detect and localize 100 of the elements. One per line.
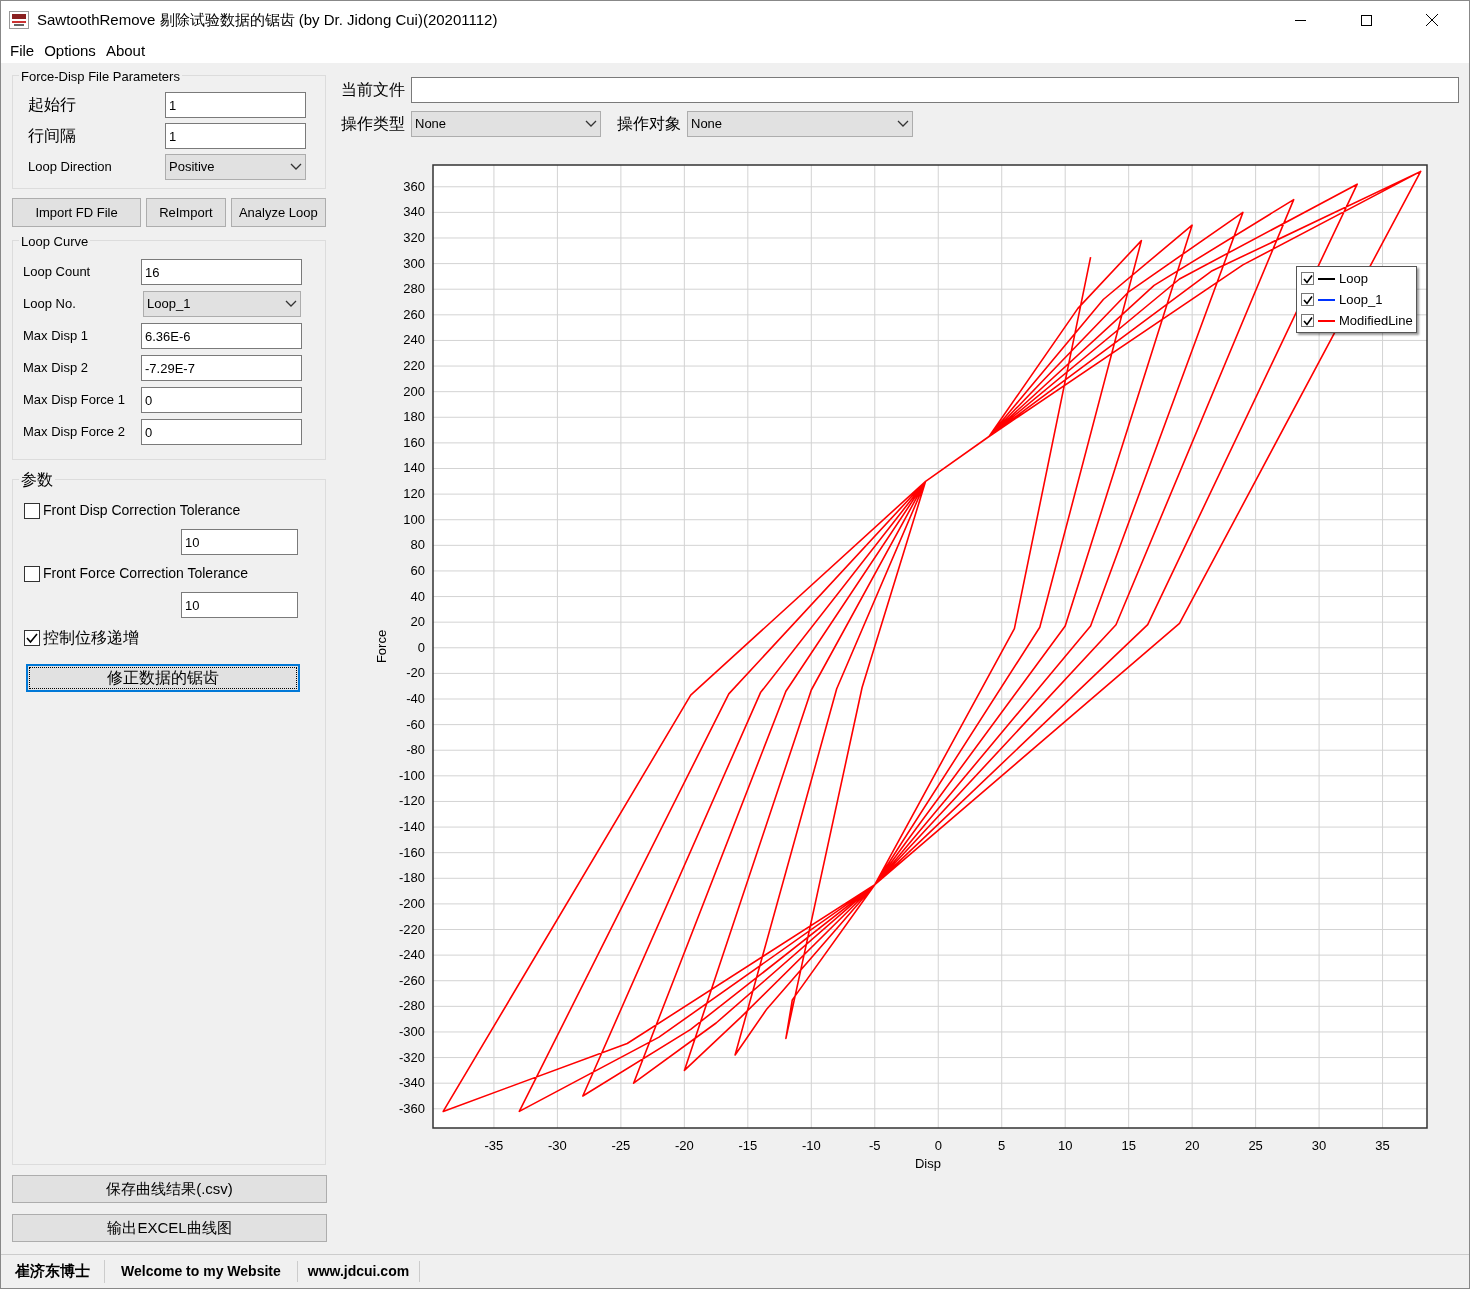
axis-tick-label: 0 [934, 1138, 942, 1153]
app-logo-icon [9, 11, 29, 29]
window-title: SawtoothRemove 剔除试验数据的锯齿 (by Dr. Jidong Cui)(20201112) [37, 9, 498, 30]
axis-tick-label: 15 [1121, 1138, 1136, 1153]
input-field[interactable]: 16 [141, 259, 302, 285]
axis-tick-label: 260 [403, 306, 425, 322]
input-field[interactable]: 0 [141, 387, 302, 413]
field-label: Loop Direction [28, 158, 113, 177]
axis-tick-label: 25 [1248, 1138, 1263, 1153]
dropdown[interactable]: None [411, 111, 601, 137]
axis-tick-label: -5 [869, 1138, 881, 1153]
menu-item[interactable]: Options [39, 39, 101, 63]
field-label: 起始行 [28, 95, 77, 115]
field-label: Loop Count [23, 263, 92, 282]
checkbox[interactable] [1301, 314, 1314, 327]
maximize-icon [1360, 14, 1372, 26]
axis-tick-label: 200 [403, 383, 425, 399]
input-field[interactable]: -7.29E-7 [141, 355, 302, 381]
axis-tick-label: -80 [406, 742, 425, 758]
axis-tick-label: 20 [410, 614, 425, 630]
status-text: 崔济东博士 [1, 1260, 105, 1283]
axis-tick-label: 140 [403, 460, 425, 476]
axis-tick-label: 30 [1311, 1138, 1327, 1153]
axis-tick-label: 80 [410, 537, 425, 553]
button[interactable]: 输出EXCEL曲线图 [12, 1214, 327, 1242]
axis-tick-label: -60 [406, 716, 425, 732]
input-field[interactable]: 6.36E-6 [141, 323, 302, 349]
chevron-down-icon [897, 120, 909, 128]
checkbox[interactable]: 控制位移递增 [24, 626, 325, 650]
close-icon [1426, 14, 1438, 26]
axis-tick-label: 280 [403, 281, 425, 297]
axis-tick-label: -160 [398, 844, 425, 860]
dropdown[interactable]: Positive [165, 154, 306, 180]
axis-tick-label: 300 [403, 255, 425, 271]
field-label: Max Disp 1 [23, 327, 90, 346]
checkmark-icon [1302, 315, 1313, 326]
menu-item[interactable]: About [100, 39, 151, 63]
button[interactable]: Import FD File [12, 198, 142, 227]
input-field[interactable]: 10 [181, 592, 298, 618]
status-text: Welcome to my Website [105, 1261, 298, 1282]
input-field[interactable]: 10 [181, 529, 298, 555]
checkmark-icon [1302, 294, 1313, 305]
axis-tick-label: -20 [406, 665, 425, 681]
button[interactable]: ReImport [146, 198, 226, 227]
axis-tick-label: -360 [398, 1100, 425, 1116]
legend-label: Loop_1 [1339, 290, 1383, 309]
current-file-field[interactable] [411, 77, 1459, 103]
checkmark-icon [1302, 273, 1313, 284]
axis-tick-label: -340 [398, 1075, 425, 1091]
axis-tick-label: 240 [403, 332, 425, 348]
correct-sawtooth-button[interactable]: 修正数据的锯齿 [26, 664, 300, 692]
checkbox[interactable] [1301, 272, 1314, 285]
axis-tick-label: -140 [398, 819, 425, 835]
axis-tick-label: -220 [398, 921, 425, 937]
chevron-down-icon [290, 163, 302, 171]
checkbox[interactable]: Front Disp Correction Tolerance [24, 500, 325, 521]
axis-tick-label: 35 [1375, 1138, 1390, 1153]
axis-tick-label: 20 [1184, 1138, 1200, 1153]
checkbox[interactable]: Front Force Correction Tolerance [24, 563, 325, 584]
chevron-down-icon [585, 120, 597, 128]
axis-title: Disp [915, 1156, 941, 1171]
axis-tick-label: 180 [403, 409, 425, 425]
axis-tick-label: 160 [403, 434, 425, 450]
input-field[interactable]: 0 [141, 419, 302, 445]
axis-tick-label: -15 [738, 1138, 758, 1153]
axis-tick-label: -200 [398, 895, 425, 911]
axis-tick-label: 10 [1057, 1138, 1073, 1153]
axis-tick-label: -100 [398, 767, 425, 783]
checkmark-icon [26, 632, 38, 644]
axis-tick-label: 320 [403, 230, 425, 245]
chevron-down-icon [285, 300, 297, 308]
axis-tick-label: 120 [403, 486, 425, 502]
field-label: 当前文件 [341, 80, 405, 100]
axis-tick-label: -20 [674, 1138, 694, 1153]
axis-tick-label: -260 [398, 972, 425, 988]
axis-tick-label: -240 [398, 947, 425, 963]
button[interactable]: 保存曲线结果(.csv) [12, 1175, 327, 1203]
axis-title: Force [374, 629, 389, 664]
input-field[interactable]: 1 [165, 92, 306, 118]
dropdown[interactable]: Loop_1 [143, 291, 301, 317]
axis-tick-label: 60 [410, 562, 425, 578]
axis-tick-label: -280 [398, 998, 425, 1014]
axis-tick-label: 100 [403, 511, 425, 527]
status-text: www.jdcui.com [297, 1261, 421, 1282]
axis-tick-label: -35 [484, 1138, 504, 1153]
axis-tick-label: -25 [611, 1138, 631, 1153]
menu-item[interactable]: File [5, 39, 40, 63]
checkbox[interactable] [1301, 293, 1314, 306]
axis-tick-label: -320 [398, 1049, 425, 1065]
axis-tick-label: 40 [410, 588, 425, 604]
input-field[interactable]: 1 [165, 123, 306, 149]
field-label: Max Disp Force 1 [23, 391, 126, 410]
legend-label: ModifiedLine [1339, 311, 1413, 330]
field-label: 行间隔 [28, 126, 77, 146]
axis-tick-label: -300 [398, 1023, 425, 1039]
axis-tick-label: -10 [801, 1138, 821, 1153]
field-label: 操作对象 [617, 114, 681, 134]
button[interactable]: Analyze Loop [230, 198, 326, 227]
legend-label: Loop [1339, 269, 1368, 288]
dropdown[interactable]: None [687, 111, 913, 137]
